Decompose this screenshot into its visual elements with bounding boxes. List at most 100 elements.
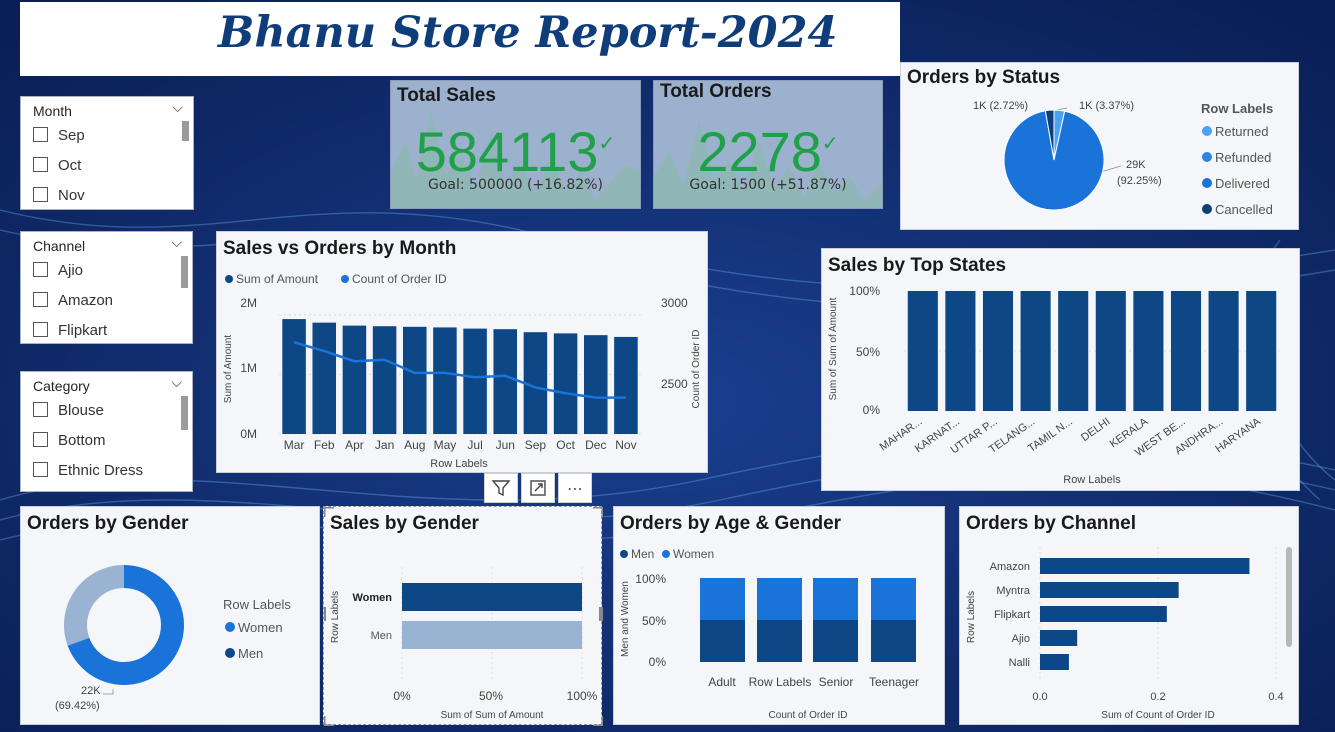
total-sales-card[interactable]: Total Sales 584113✓ Goal: 500000 (+16.82… [390,80,641,209]
scrollbar[interactable] [181,256,188,288]
bar-state [1133,291,1164,411]
bar-Feb [312,322,337,434]
check-icon: ✓ [821,133,839,155]
bar-Oct [553,333,578,434]
slicer-header: Category [33,378,90,394]
pie-label: 1K (3.37%) [1079,100,1134,112]
slicer-item[interactable]: Nov [33,187,85,204]
category-slicer[interactable]: Category ⌵ Blouse Bottom Ethnic Dress [20,371,193,492]
slicer-item[interactable]: Flipkart [33,322,107,339]
y-tick: Myntra [996,585,1031,597]
channel-slicer[interactable]: Channel ⌵ Ajio Amazon Flipkart [20,231,193,344]
y-tick: Flipkart [994,609,1030,621]
kpi-value: 584113✓ [415,120,616,183]
bar-state [1246,291,1277,411]
scrollbar[interactable] [182,121,189,141]
pie-label: (69.42%) [55,700,100,712]
legend-marker [225,648,235,658]
y-tick: Women [352,592,392,604]
x-tick: Dec [585,438,606,452]
chevron-down-icon[interactable]: ⌵ [171,374,182,391]
orders-by-gender-donut[interactable]: Row Labels 22K (69.42%) Women Men [21,507,321,726]
bar-men [871,620,916,662]
checkbox[interactable] [33,127,48,142]
checkbox[interactable] [33,157,48,172]
bar-flipkart [1040,606,1167,622]
sales-vs-orders-card[interactable]: Sales vs Orders by Month Sum of Amount C… [216,231,708,473]
checkbox[interactable] [33,187,48,202]
bar-May [433,327,457,434]
bar-state [907,291,938,411]
top-states-card[interactable]: Sales by Top States 100% 50% 0% Sum of S… [821,248,1300,491]
orders-by-gender-card[interactable]: Orders by Gender Row Labels 22K (69.42%)… [20,506,320,725]
x-tick: Jan [375,438,394,452]
slicer-item[interactable]: Bottom [33,432,106,449]
bar-Aug [402,326,427,434]
legend-marker [1202,204,1212,214]
kpi-goal: Goal: 500000 (+16.82%) [428,177,603,193]
x-tick: Row Labels [749,675,812,689]
legend-title: Row Labels [1201,101,1273,116]
slicer-item[interactable]: Oct [33,157,81,174]
scrollbar[interactable] [181,396,188,430]
legend-item: Women [673,547,714,561]
y-axis-label: Row Labels [966,591,977,643]
bar-amazon [1040,558,1250,574]
y-tick: 100% [635,572,666,586]
slicer-item[interactable]: Amazon [33,292,113,309]
more-options-icon[interactable]: ⋯ [558,473,592,503]
x-tick: Teenager [869,675,919,689]
month-slicer[interactable]: Month ⌵ Sep Oct Nov [20,96,194,210]
x-tick: Nov [615,438,636,452]
legend-item: Women [238,620,283,635]
y2-axis-label: Count of Order ID [691,330,702,409]
bar-men [700,620,745,662]
legend-item: Men [631,547,654,561]
bar-Dec [583,335,608,434]
age-gender-card[interactable]: Orders by Age & Gender Men Women 100% 50… [613,506,945,725]
x-tick: 100% [567,689,598,703]
checkbox[interactable] [33,262,48,277]
filter-icon[interactable] [484,473,518,503]
sales-by-gender-bar-chart[interactable]: Row Labels 0% 50% 100% Sum of Sum of Amo… [324,507,603,726]
checkbox[interactable] [33,462,48,477]
checkbox[interactable] [33,432,48,447]
slicer-item[interactable]: Sep [33,127,85,144]
orders-by-channel-bar-chart[interactable]: Row Labels 0.0 0.2 0.4 Sum of Count of O… [960,507,1300,726]
bar-myntra [1040,582,1179,598]
total-orders-card[interactable]: Total Orders 2278✓ Goal: 1500 (+51.87%) [653,80,883,209]
y-tick: 2M [240,296,257,310]
checkbox[interactable] [33,402,48,417]
report-title-banner: Bhanu Store Report-2024 [20,2,900,76]
orders-by-status-card[interactable]: Orders by Status 1K (2.72%) 1K (3.37%) 2… [900,62,1299,230]
slicer-item[interactable]: Ethnic Dress [33,462,143,479]
checkbox[interactable] [33,292,48,307]
chevron-down-icon[interactable]: ⌵ [171,234,182,251]
age-gender-stacked-bar[interactable]: Men Women 100% 50% 0% Men and Women Adul… [614,507,946,726]
sales-by-gender-card[interactable]: Sales by Gender Row Labels 0% 50% 100% S… [323,506,603,726]
orders-by-channel-card[interactable]: Orders by Channel Row Labels 0.0 0.2 0.4… [959,506,1299,725]
bar-women [871,578,916,620]
x-axis-label: Row Labels [1063,474,1121,486]
bar-state [1020,291,1051,411]
chevron-down-icon[interactable]: ⌵ [172,99,183,116]
orders-by-status-pie[interactable]: 1K (2.72%) 1K (3.37%) 29K (92.25%) Row L… [901,63,1300,231]
y-tick: Amazon [990,561,1030,573]
top-states-bar-chart[interactable]: 100% 50% 0% Sum of Sum of Amount Row Lab… [822,249,1301,492]
y-tick: Nalli [1009,657,1030,669]
scrollbar[interactable] [1286,547,1292,647]
checkbox[interactable] [33,322,48,337]
slicer-item[interactable]: Ajio [33,262,83,279]
slicer-item[interactable]: Blouse [33,402,104,419]
kpi-value: 2278✓ [697,120,839,183]
legend-marker [1202,152,1212,162]
x-tick: Feb [314,438,335,452]
legend-item: Count of Order ID [352,272,447,286]
pie-label: (92.25%) [1117,175,1162,187]
focus-mode-icon[interactable] [521,473,555,503]
legend-item: Returned [1215,124,1268,139]
sales-vs-orders-combo-chart[interactable]: Sum of Amount Count of Order ID 2M 1M 0M… [217,232,709,474]
bar-Jan [372,326,397,434]
y2-tick: 2500 [661,377,688,391]
pie-label: 29K [1126,159,1146,171]
